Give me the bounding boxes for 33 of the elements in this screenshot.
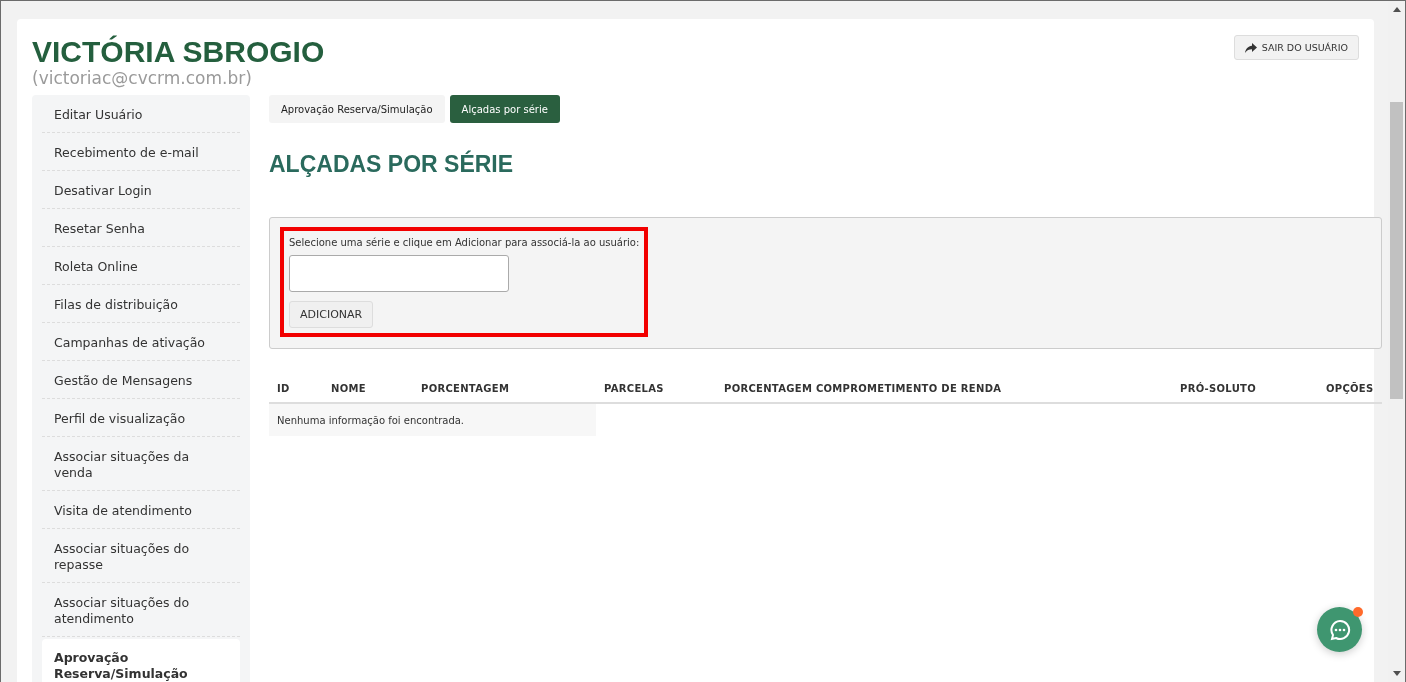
- sidebar-item[interactable]: Filas de distribuição: [42, 285, 240, 323]
- column-header: PRÓ-SOLUTO: [1172, 375, 1318, 404]
- sidebar-item[interactable]: Perfil de visualização: [42, 399, 240, 437]
- sidebar-item[interactable]: Associar situações do atendimento: [42, 583, 240, 637]
- scrollbar-thumb[interactable]: [1390, 102, 1403, 399]
- user-name: VICTÓRIA SBROGIO: [32, 35, 325, 69]
- instruction-text: Selecione uma série e clique em Adicionar para associá-la ao usuário:: [289, 237, 640, 248]
- empty-message: Nenhuma informação foi encontrada.: [269, 404, 596, 436]
- add-button[interactable]: ADICIONAR: [289, 301, 374, 328]
- column-header: PORCENTAGEM COMPROMETIMENTO DE RENDA: [716, 375, 1172, 404]
- logout-button[interactable]: SAIR DO USUÁRIO: [1233, 35, 1359, 60]
- column-header: OPÇÕES: [1318, 375, 1382, 404]
- user-email: (victoriac@cvcrm.com.br): [32, 69, 253, 87]
- chat-bubble-icon: [1328, 618, 1351, 641]
- tab[interactable]: Aprovação Reserva/Simulação: [269, 95, 445, 123]
- scroll-down-icon[interactable]: [1392, 671, 1401, 676]
- sidebar-item[interactable]: Editar Usuário: [42, 95, 240, 133]
- page-title: ALÇADAS POR SÉRIE: [269, 149, 515, 179]
- sidebar-item[interactable]: Roleta Online: [42, 247, 240, 285]
- sidebar-item[interactable]: Aprovação Reserva/Simulação: [42, 639, 240, 682]
- sidebar-item[interactable]: Associar situações do repasse: [42, 529, 240, 583]
- sidebar-item[interactable]: Desativar Login: [42, 171, 240, 209]
- sidebar-item[interactable]: Gestão de Mensagens: [42, 361, 240, 399]
- share-arrow-icon: [1244, 42, 1257, 53]
- tab[interactable]: Alçadas por série: [449, 95, 560, 123]
- sidebar-item[interactable]: Campanhas de ativação: [42, 323, 240, 361]
- sidebar-item[interactable]: Resetar Senha: [42, 209, 240, 247]
- sidebar-item[interactable]: Visita de atendimento: [42, 491, 240, 529]
- scroll-up-icon[interactable]: [1392, 7, 1401, 12]
- sidebar-item[interactable]: Associar situações da venda: [42, 437, 240, 491]
- sidebar-item[interactable]: Recebimento de e-mail: [42, 133, 240, 171]
- series-input-field[interactable]: [289, 255, 509, 292]
- column-header: PARCELAS: [596, 375, 716, 404]
